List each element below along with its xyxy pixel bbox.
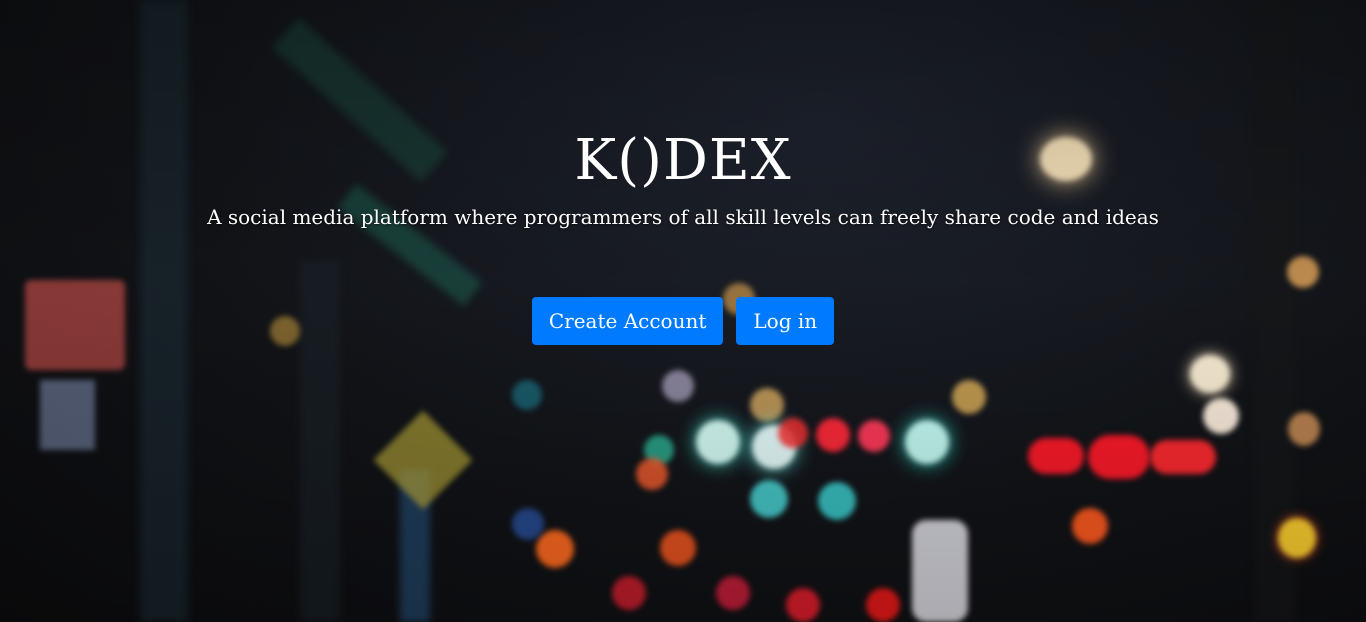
create-account-button[interactable]: Create Account <box>531 297 724 345</box>
brand-title: K()DEX <box>574 128 792 193</box>
hero-section: K()DEX A social media platform where pro… <box>0 0 1366 622</box>
tagline: A social media platform where programmer… <box>207 205 1159 229</box>
hero-content: K()DEX A social media platform where pro… <box>0 0 1366 622</box>
login-button[interactable]: Log in <box>736 297 835 345</box>
auth-buttons: Create Account Log in <box>0 297 1366 345</box>
